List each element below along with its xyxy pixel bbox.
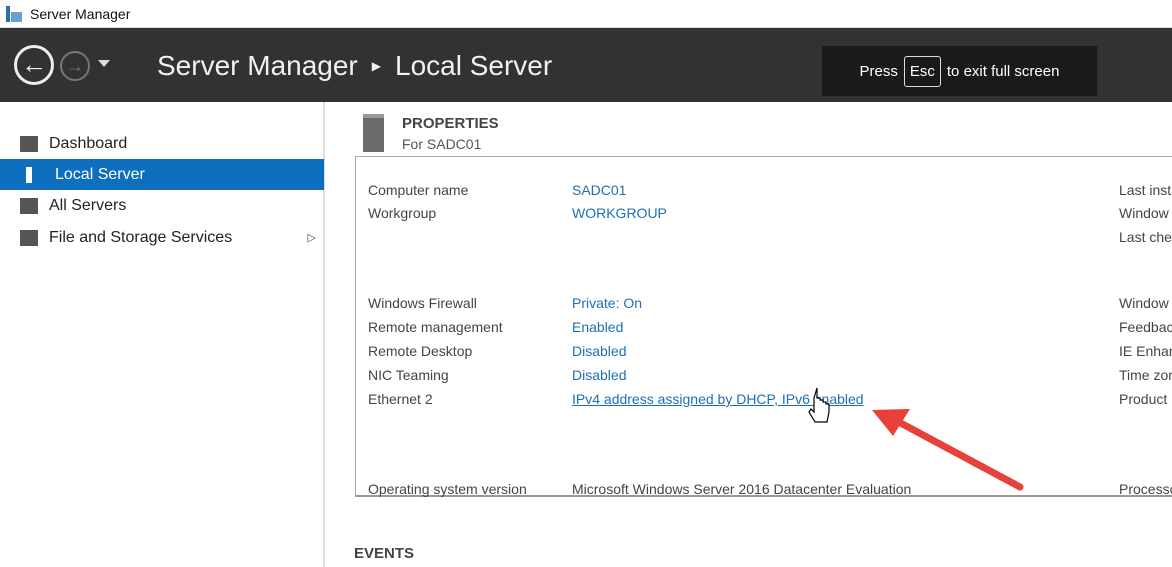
hand-cursor-icon bbox=[808, 387, 830, 423]
annotation-arrow-icon bbox=[808, 387, 1024, 491]
